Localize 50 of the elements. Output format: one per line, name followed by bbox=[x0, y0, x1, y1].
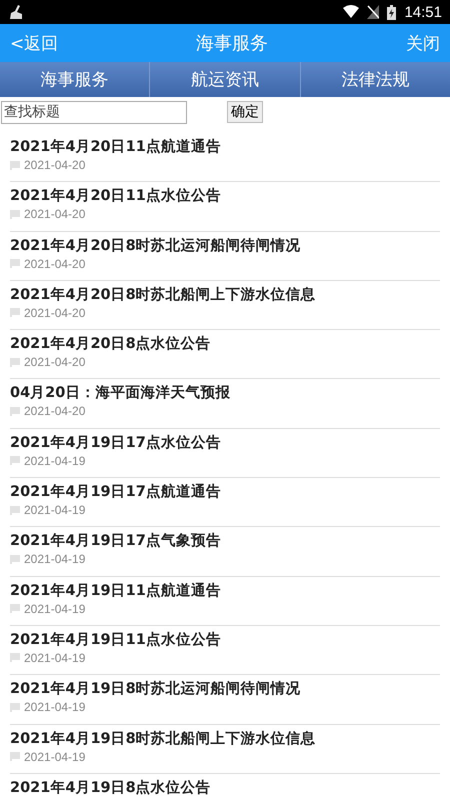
article-date: 2021-04-19 bbox=[24, 454, 86, 468]
article-date: 2021-04-19 bbox=[24, 650, 86, 665]
clock: 14:51 bbox=[404, 4, 442, 20]
article-title[interactable]: 2021年4月19日8时苏北运河船闸待闸情况 bbox=[10, 681, 440, 698]
no-signal-icon bbox=[367, 5, 380, 19]
battery-icon bbox=[387, 4, 396, 20]
article-date: 2021-04-19 bbox=[24, 552, 86, 566]
flag-icon bbox=[10, 752, 20, 762]
article-title[interactable]: 04月20日：海平面海洋天气预报 bbox=[10, 385, 440, 402]
article-date: 2021-04-20 bbox=[24, 256, 86, 271]
flag-icon bbox=[10, 358, 20, 367]
article-date: 2021-04-19 bbox=[24, 602, 86, 616]
tab[interactable]: 海事服务 bbox=[0, 62, 150, 97]
article-title[interactable]: 2021年4月19日11点航道通告 bbox=[10, 582, 440, 600]
wifi-icon bbox=[343, 5, 360, 19]
article-title[interactable]: 2021年4月19日17点气象预告 bbox=[10, 533, 440, 550]
search-field[interactable]: 查找标题 bbox=[1, 100, 187, 124]
page-title: 海事服务 bbox=[196, 32, 268, 55]
flag-icon bbox=[10, 259, 20, 268]
confirm-button[interactable]: 确定 bbox=[227, 101, 263, 123]
article-date: 2021-04-20 bbox=[24, 158, 86, 172]
article-date: 2021-04-20 bbox=[24, 355, 86, 370]
article-title[interactable]: 2021年4月20日11点航道通告 bbox=[10, 139, 440, 156]
article-date: 2021-04-20 bbox=[24, 404, 86, 418]
tab[interactable]: 法律法规 bbox=[300, 62, 450, 97]
flag-icon bbox=[10, 308, 20, 318]
article-date: 2021-04-19 bbox=[24, 750, 86, 764]
article-date: 2021-04-19 bbox=[24, 503, 86, 518]
article-date: 2021-04-20 bbox=[24, 207, 86, 222]
article-title[interactable]: 2021年4月20日8时苏北船闸上下游水位信息 bbox=[10, 286, 440, 304]
flag-icon bbox=[10, 653, 20, 662]
article-title[interactable]: 2021年4月19日17点航道通告 bbox=[10, 484, 440, 502]
flag-icon bbox=[10, 604, 20, 614]
article-title[interactable]: 2021年4月19日11点水位公告 bbox=[10, 632, 440, 649]
article-date: 2021-04-20 bbox=[24, 306, 86, 320]
flag-icon bbox=[10, 506, 20, 515]
tab[interactable]: 航运资讯 bbox=[150, 62, 301, 97]
flag-icon bbox=[10, 456, 20, 466]
article-date: 2021-04-19 bbox=[24, 700, 86, 714]
article-title[interactable]: 2021年4月20日8时苏北运河船闸待闸情况 bbox=[10, 238, 440, 255]
article-title[interactable]: 2021年4月19日8点水位公告 bbox=[10, 780, 440, 797]
flag-icon bbox=[10, 210, 20, 219]
article-title[interactable]: 2021年4月19日8时苏北船闸上下游水位信息 bbox=[10, 730, 440, 748]
article-title[interactable]: 2021年4月20日8点水位公告 bbox=[10, 336, 440, 354]
flag-icon bbox=[10, 160, 20, 170]
flag-icon bbox=[10, 554, 20, 564]
flag-icon bbox=[10, 702, 20, 712]
article-title[interactable]: 2021年4月20日11点水位公告 bbox=[10, 188, 440, 206]
article-title[interactable]: 2021年4月19日17点水位公告 bbox=[10, 434, 440, 452]
flag-icon bbox=[10, 406, 20, 416]
